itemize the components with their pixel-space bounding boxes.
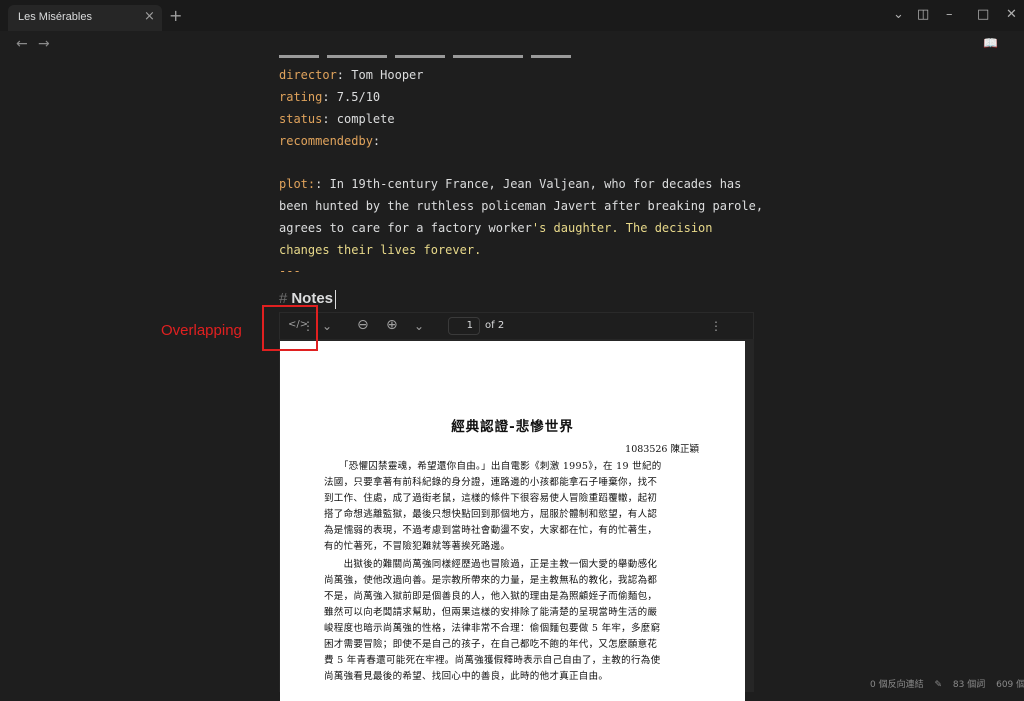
minimize-icon[interactable]: – xyxy=(946,7,953,22)
overlap-annotation-label: Overlapping xyxy=(161,322,242,339)
pdf-viewer[interactable]: 經典認證-悲慘世界 1083526 陳正穎 「恐懼囚禁靈魂，希望還你自由。」出自… xyxy=(279,339,754,701)
tab-list-dropdown-icon[interactable]: ⌄ xyxy=(893,7,904,22)
zoom-out-icon[interactable]: ⊖ xyxy=(357,317,369,333)
word-count: 83 個詞 xyxy=(952,680,986,690)
text-cursor xyxy=(335,290,336,309)
pdf-line: 雖然可以向老闆請求幫助，但兩果這樣的安排除了能清楚的呈現當時生活的嚴 xyxy=(324,607,658,618)
plot-line-3: agrees to care for a factory worker's da… xyxy=(279,221,713,235)
pdf-line: 「恐懼囚禁靈魂，希望還你自由。」出自電影《刺激 1995》，在 19 世紀的 xyxy=(324,461,662,472)
new-tab-icon[interactable]: + xyxy=(169,6,182,25)
pdf-line: 尚萬強，使他改過向善。是宗教所帶來的力量，是主教無私的教化，我認為都 xyxy=(324,575,658,586)
tab-close-icon[interactable]: × xyxy=(144,9,155,24)
pdf-line: 法國，只要拿著有前科紀錄的身分證，連路邊的小孩都能拿石子唾棄你，找不 xyxy=(324,477,658,488)
zoom-dropdown-icon[interactable]: ⌄ xyxy=(414,319,424,333)
forward-arrow-icon[interactable]: → xyxy=(38,36,50,52)
pdf-menu-icon[interactable]: ⋮ xyxy=(710,319,722,333)
pdf-line: 尚萬強看見最後的希望、找回心中的善良，此時的他才真正自由。 xyxy=(324,671,609,682)
close-window-icon[interactable]: ✕ xyxy=(1006,7,1017,22)
frontmatter-status: status: complete xyxy=(279,112,395,126)
pdf-line: 不是，尚萬強入獄前即是個善良的人，他入獄的理由是為照顧姪子而偷麵包， xyxy=(324,591,658,602)
frontmatter-fence: --- xyxy=(279,264,301,278)
char-count: 609 個字元 xyxy=(996,680,1024,690)
pdf-line: 峻程度也暗示尚萬強的性格，法律非常不合理：偷個麵包要做 5 年牢，多麼窮 xyxy=(324,623,661,634)
title-bar: Les Misérables × + ⌄ ◫ – □ ✕ xyxy=(0,0,1024,31)
frontmatter-director: director: Tom Hooper xyxy=(279,68,424,82)
zoom-in-icon[interactable]: ⊕ xyxy=(386,317,398,333)
pdf-line: 有的忙著死，不冒險犯難就等著挨死路邊。 xyxy=(324,541,511,552)
backlinks-count[interactable]: 0 個反向連結 xyxy=(870,680,924,690)
edit-icon[interactable]: ✎ xyxy=(934,680,942,690)
tab-label: Les Misérables xyxy=(18,11,92,23)
pdf-line: 出獄後的難關尚萬強同樣經歷過也冒險過，正是主教一個大愛的舉動感化 xyxy=(324,559,658,570)
status-bar: 0 個反向連結 ✎ 83 個詞 609 個字元 xyxy=(870,677,1024,690)
tab-les-miserables[interactable]: Les Misérables × xyxy=(8,5,162,31)
maximize-icon[interactable]: □ xyxy=(977,7,989,22)
page-count: of 2 xyxy=(485,320,505,331)
pdf-page: 經典認證-悲慘世界 1083526 陳正穎 「恐懼囚禁靈魂，希望還你自由。」出自… xyxy=(280,341,745,701)
frontmatter-recommendedby: recommendedby: xyxy=(279,134,381,148)
pdf-toolbar: </> ⋮ ⌄ ⊖ ⊕ ⌄ 1 of 2 ⋮ xyxy=(279,312,754,339)
pdf-line: 到工作、住處，成了過街老鼠，這樣的條件下很容易使人冒險重蹈覆轍，起初 xyxy=(324,493,658,504)
sidebar-toggle-icon[interactable]: ◫ xyxy=(917,7,929,22)
plot-line-4: changes their lives forever. xyxy=(279,243,482,257)
plot-line-2: been hunted by the ruthless policeman Ja… xyxy=(279,199,764,213)
reading-view-icon[interactable]: 📖 xyxy=(983,36,998,50)
back-arrow-icon[interactable]: ← xyxy=(16,36,28,52)
overlap-highlight-box xyxy=(262,305,318,351)
pdf-line: 搭了命想逃離監獄，最後只想快點回到那個地方，屈服於體制和慾望，有人認 xyxy=(324,509,658,520)
pdf-author: 1083526 陳正穎 xyxy=(625,444,699,455)
pdf-title: 經典認證-悲慘世界 xyxy=(451,419,574,435)
sidebar-chevron-icon[interactable]: ⌄ xyxy=(322,319,332,333)
frontmatter-rating: rating: 7.5/10 xyxy=(279,90,381,104)
plot-line-1: plot:: In 19th-century France, Jean Valj… xyxy=(279,177,742,191)
pdf-line: 為是懦弱的表現，不過考慮到當時社會動盪不安，大家都在忙，有的忙著生， xyxy=(324,525,658,536)
scrolled-off-line xyxy=(279,50,609,58)
page-number-input[interactable]: 1 xyxy=(448,317,480,335)
pdf-line: 費 5 年青春還可能死在牢裡。尚萬強獲假釋時表示自己自由了，主教的行為使 xyxy=(324,655,661,666)
pdf-line: 困才需要冒險；即使不是自己的孩子，在自己都吃不飽的年代，又怎麼願意花 xyxy=(324,639,658,650)
